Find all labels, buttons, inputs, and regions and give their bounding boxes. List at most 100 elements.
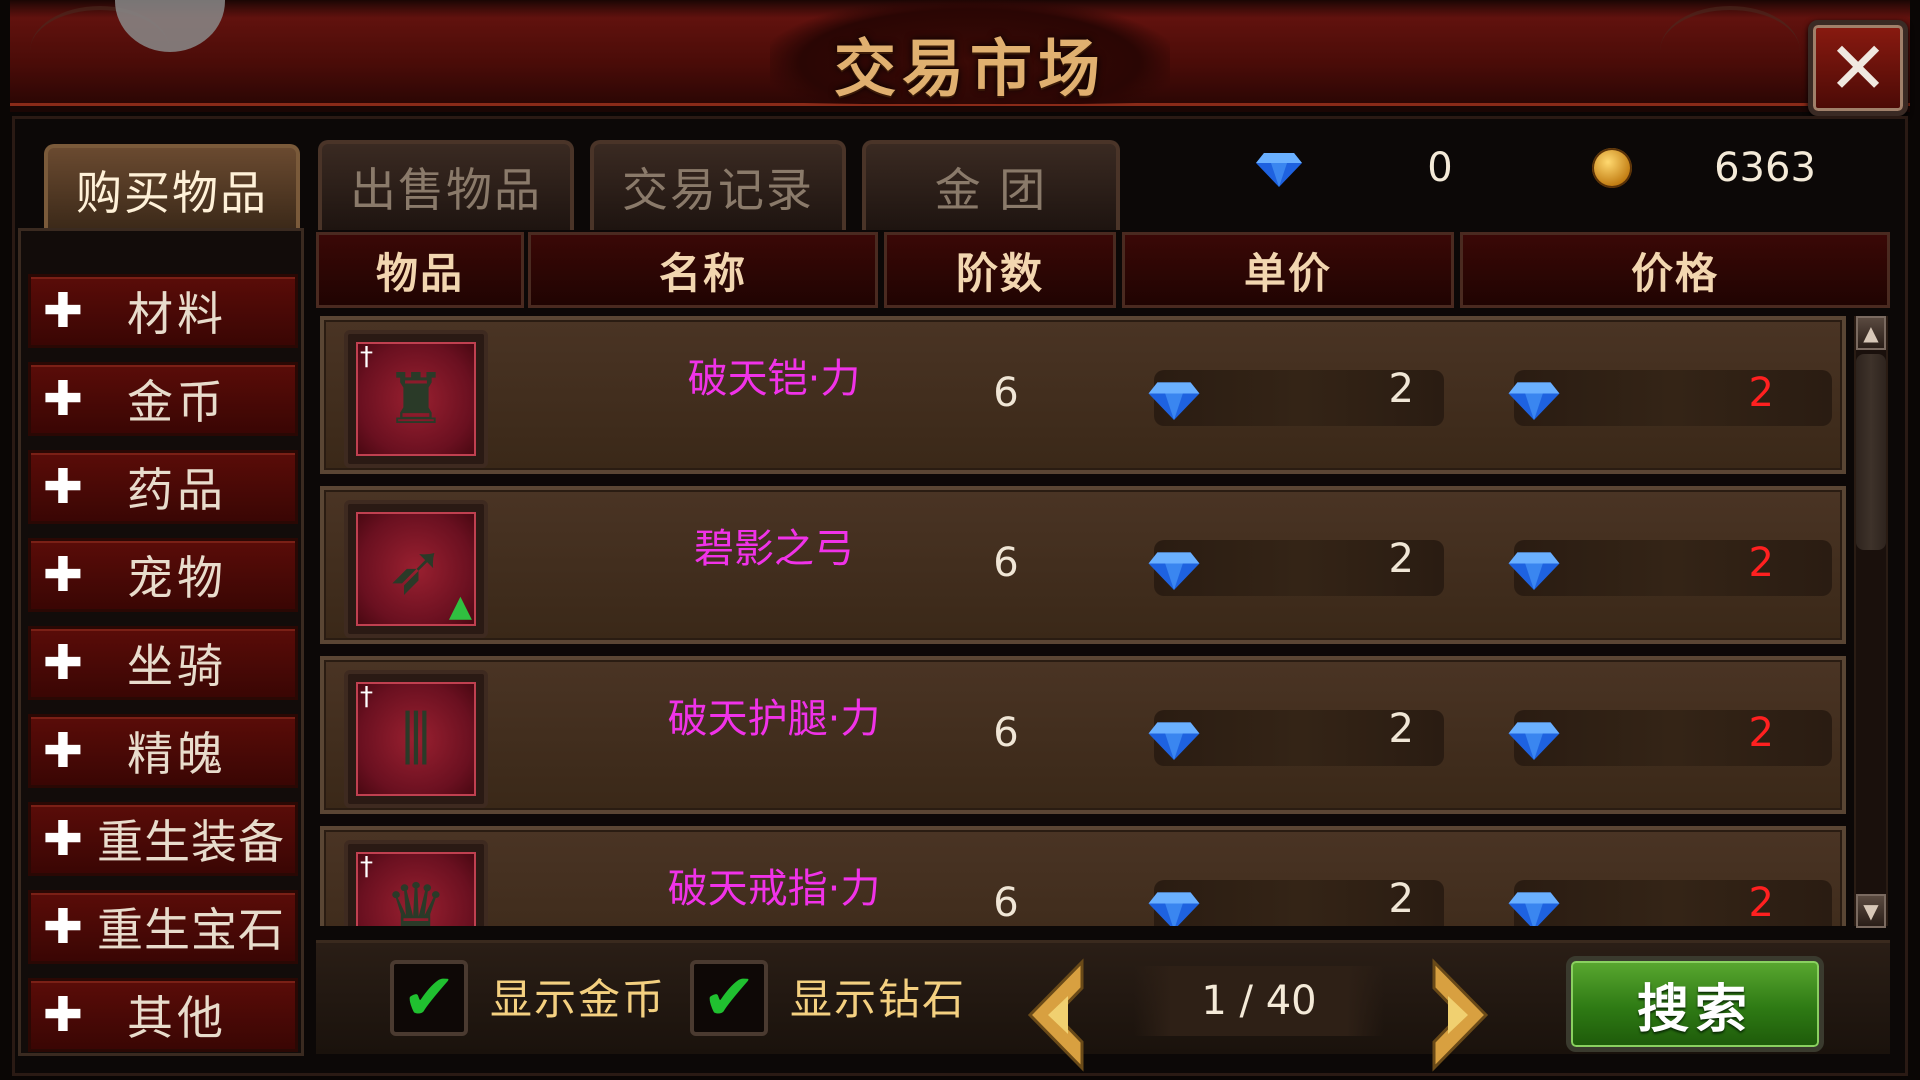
sidebar-item-materials[interactable]: ✚ 材料 (28, 274, 298, 348)
diamond-icon (1508, 382, 1560, 420)
show-diamond-checkbox[interactable]: ✔ (690, 960, 768, 1036)
sidebar-item-label: 金币 (127, 375, 227, 429)
show-gold-checkbox[interactable]: ✔ (390, 960, 468, 1036)
item-name: 破天护腿·力 (667, 696, 881, 742)
gold-balance (1592, 140, 1632, 196)
show-diamond-label: 显示钻石 (790, 975, 967, 1024)
unit-price-value: 2 (1388, 876, 1414, 922)
triangle-up-icon: ▲ (1863, 321, 1879, 345)
sidebar-item-label: 坐骑 (127, 639, 227, 693)
scroll-down-button[interactable]: ▼ (1856, 894, 1886, 928)
leggings-icon: ⫴ (356, 682, 476, 796)
title-plate: 交易市场 (770, 0, 1170, 105)
price-bar (1514, 370, 1832, 426)
item-slot[interactable]: ➶ ▲ (344, 500, 488, 638)
item-tier: 6 (993, 880, 1019, 926)
show-gold-label: 显示金币 (490, 975, 667, 1024)
plus-icon: ✚ (42, 899, 84, 955)
diamond-icon (1508, 552, 1560, 590)
item-tier: 6 (993, 370, 1019, 416)
arrow-right-icon (1432, 958, 1489, 1072)
diamond-icon (1148, 382, 1200, 420)
next-page-button[interactable] (1426, 956, 1492, 1074)
unit-price-value: 2 (1388, 536, 1414, 582)
sidebar-item-label: 宠物 (127, 551, 227, 605)
table-row[interactable]: ♜ † 破天铠·力 6 2 2 (320, 316, 1846, 474)
item-list: ♜ † 破天铠·力 6 2 2 ➶ ▲ 碧影之弓 6 2 2 ⫴ † 破天护腿·… (316, 316, 1852, 926)
plus-icon: ✚ (42, 459, 84, 515)
price-bar (1514, 710, 1832, 766)
sidebar-item-rebirth-equipment[interactable]: ✚ 重生装备 (28, 802, 298, 876)
sidebar-item-potions[interactable]: ✚ 药品 (28, 450, 298, 524)
tab-trade-records[interactable]: 交易记录 (590, 140, 846, 230)
sidebar-item-label: 精魄 (127, 727, 227, 781)
checkmark-icon: ✔ (702, 961, 756, 1035)
sidebar-item-other[interactable]: ✚ 其他 (28, 978, 298, 1052)
item-tier: 6 (993, 540, 1019, 586)
ring-icon: ♛ (356, 852, 476, 926)
diamond-icon (1148, 892, 1200, 926)
window-title: 交易市场 (833, 32, 1106, 105)
diamond-icon (1508, 722, 1560, 760)
diamond-icon (1256, 149, 1302, 187)
column-header-name: 名称 (528, 232, 878, 308)
column-header-item: 物品 (316, 232, 524, 308)
price-bar (1514, 880, 1832, 926)
sidebar-item-label: 重生宝石 (97, 903, 285, 957)
item-slot[interactable]: ⫴ † (344, 670, 488, 808)
sword-badge-icon: † (360, 682, 373, 712)
unit-price-value: 2 (1388, 706, 1414, 752)
price-value: 2 (1748, 880, 1774, 926)
gold-amount: 6363 (1714, 145, 1816, 191)
item-name: 破天铠·力 (687, 356, 861, 402)
close-button[interactable]: ✕ (1808, 20, 1908, 116)
title-bar: 交易市场 (10, 0, 1910, 112)
unit-price-value: 2 (1388, 366, 1414, 412)
scroll-thumb[interactable] (1856, 354, 1886, 550)
column-header-price: 价格 (1460, 232, 1890, 308)
diamond-icon (1148, 552, 1200, 590)
item-slot[interactable]: ♜ † (344, 330, 488, 468)
price-value: 2 (1748, 540, 1774, 586)
search-button[interactable]: 搜索 (1566, 956, 1824, 1052)
sidebar-item-souls[interactable]: ✚ 精魄 (28, 714, 298, 788)
sidebar-item-mounts[interactable]: ✚ 坐骑 (28, 626, 298, 700)
sidebar-item-gold[interactable]: ✚ 金币 (28, 362, 298, 436)
price-value: 2 (1748, 710, 1774, 756)
plus-icon: ✚ (42, 547, 84, 603)
price-bar (1514, 540, 1832, 596)
diamond-balance (1256, 140, 1302, 196)
sidebar-item-pets[interactable]: ✚ 宠物 (28, 538, 298, 612)
tab-gold-group[interactable]: 金 团 (862, 140, 1120, 230)
column-header-unit-price: 单价 (1122, 232, 1454, 308)
prev-page-button[interactable] (1024, 956, 1090, 1074)
plus-icon: ✚ (42, 283, 84, 339)
sidebar-item-label: 其他 (127, 991, 227, 1045)
close-icon: ✕ (1827, 26, 1889, 110)
armor-icon: ♜ (356, 342, 476, 456)
sword-badge-icon: † (360, 342, 373, 372)
triangle-down-icon: ▼ (1863, 899, 1879, 923)
scroll-up-button[interactable]: ▲ (1856, 316, 1886, 350)
table-row[interactable]: ➶ ▲ 碧影之弓 6 2 2 (320, 486, 1846, 644)
tab-buy[interactable]: 购买物品 (44, 144, 300, 232)
gold-coin-icon (1592, 148, 1632, 188)
sidebar-item-label: 材料 (127, 287, 227, 341)
item-tier: 6 (993, 710, 1019, 756)
item-name: 破天戒指·力 (667, 866, 881, 912)
tab-sell[interactable]: 出售物品 (318, 140, 574, 230)
plus-icon: ✚ (42, 371, 84, 427)
table-row[interactable]: ⫴ † 破天护腿·力 6 2 2 (320, 656, 1846, 814)
title-ornament-right (1660, 6, 1800, 96)
plus-icon: ✚ (42, 811, 84, 867)
page-indicator: 1 / 40 (1134, 966, 1384, 1036)
price-value: 2 (1748, 370, 1774, 416)
table-row[interactable]: ♛ † 破天戒指·力 6 2 2 (320, 826, 1846, 926)
diamond-amount: 0 (1427, 145, 1453, 191)
plus-icon: ✚ (42, 987, 84, 1043)
item-slot[interactable]: ♛ † (344, 840, 488, 926)
diamond-icon (1508, 892, 1560, 926)
sidebar-item-rebirth-gems[interactable]: ✚ 重生宝石 (28, 890, 298, 964)
plus-icon: ✚ (42, 635, 84, 691)
sword-badge-icon: † (360, 852, 373, 882)
